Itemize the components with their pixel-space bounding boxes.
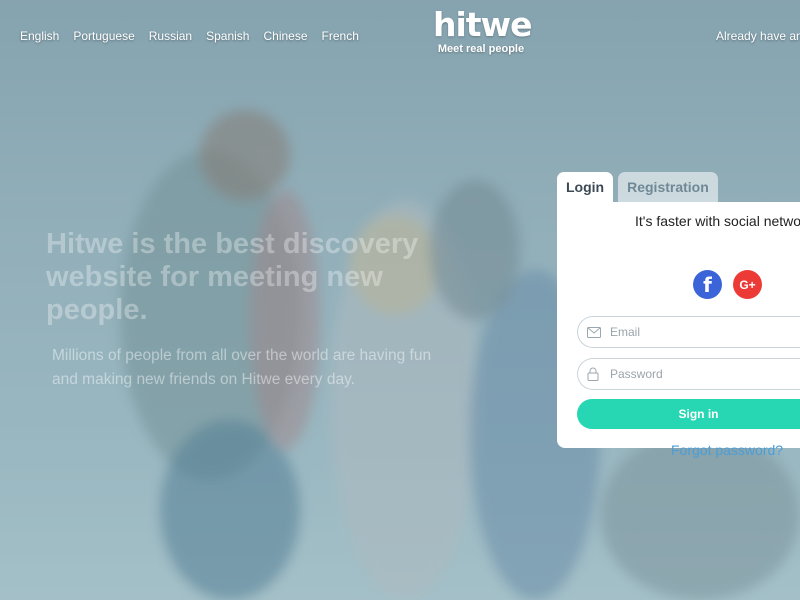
logo-tagline: Meet real people — [437, 43, 525, 55]
auth-tabs: Login Registration — [557, 172, 800, 202]
already-have-account-link[interactable]: Already have an — [716, 29, 800, 43]
google-plus-icon: G+ — [739, 277, 756, 292]
password-input[interactable] — [608, 366, 800, 382]
tab-login[interactable]: Login — [557, 172, 614, 202]
language-link-chinese[interactable]: Chinese — [263, 29, 307, 43]
landing-page: English Portuguese Russian Spanish Chine… — [0, 0, 800, 600]
logo-wordmark: hitwe — [433, 5, 532, 44]
google-login-button[interactable]: G+ — [733, 270, 762, 299]
language-list: English Portuguese Russian Spanish Chine… — [20, 29, 359, 43]
email-field — [577, 316, 800, 348]
facebook-icon: f — [703, 272, 712, 297]
email-input[interactable] — [608, 324, 800, 340]
lock-icon — [587, 367, 601, 381]
auth-panel: Login Registration It's faster with soci… — [557, 172, 800, 458]
hero-subtitle: Millions of people from all over the wor… — [52, 347, 432, 388]
sign-in-button[interactable]: Sign in — [577, 399, 800, 429]
password-field — [577, 358, 800, 390]
top-bar: English Portuguese Russian Spanish Chine… — [0, 0, 800, 70]
language-link-spanish[interactable]: Spanish — [206, 29, 249, 43]
language-link-portuguese[interactable]: Portuguese — [73, 29, 134, 43]
language-link-french[interactable]: French — [322, 29, 359, 43]
facebook-login-button[interactable]: f — [693, 270, 722, 299]
tab-registration[interactable]: Registration — [618, 172, 718, 202]
site-logo[interactable]: hitwe Meet real people — [433, 5, 532, 56]
language-link-russian[interactable]: Russian — [149, 29, 192, 43]
social-login-buttons: f G+ — [693, 270, 762, 299]
social-login-title: It's faster with social netwo — [635, 213, 800, 229]
language-link-english[interactable]: English — [20, 29, 59, 43]
envelope-icon — [587, 325, 601, 339]
hero-title: Hitwe is the best discovery website for … — [46, 228, 419, 326]
forgot-password-link[interactable]: Forgot password? — [671, 442, 783, 458]
login-form: It's faster with social netwo f G+ Email… — [557, 202, 800, 458]
